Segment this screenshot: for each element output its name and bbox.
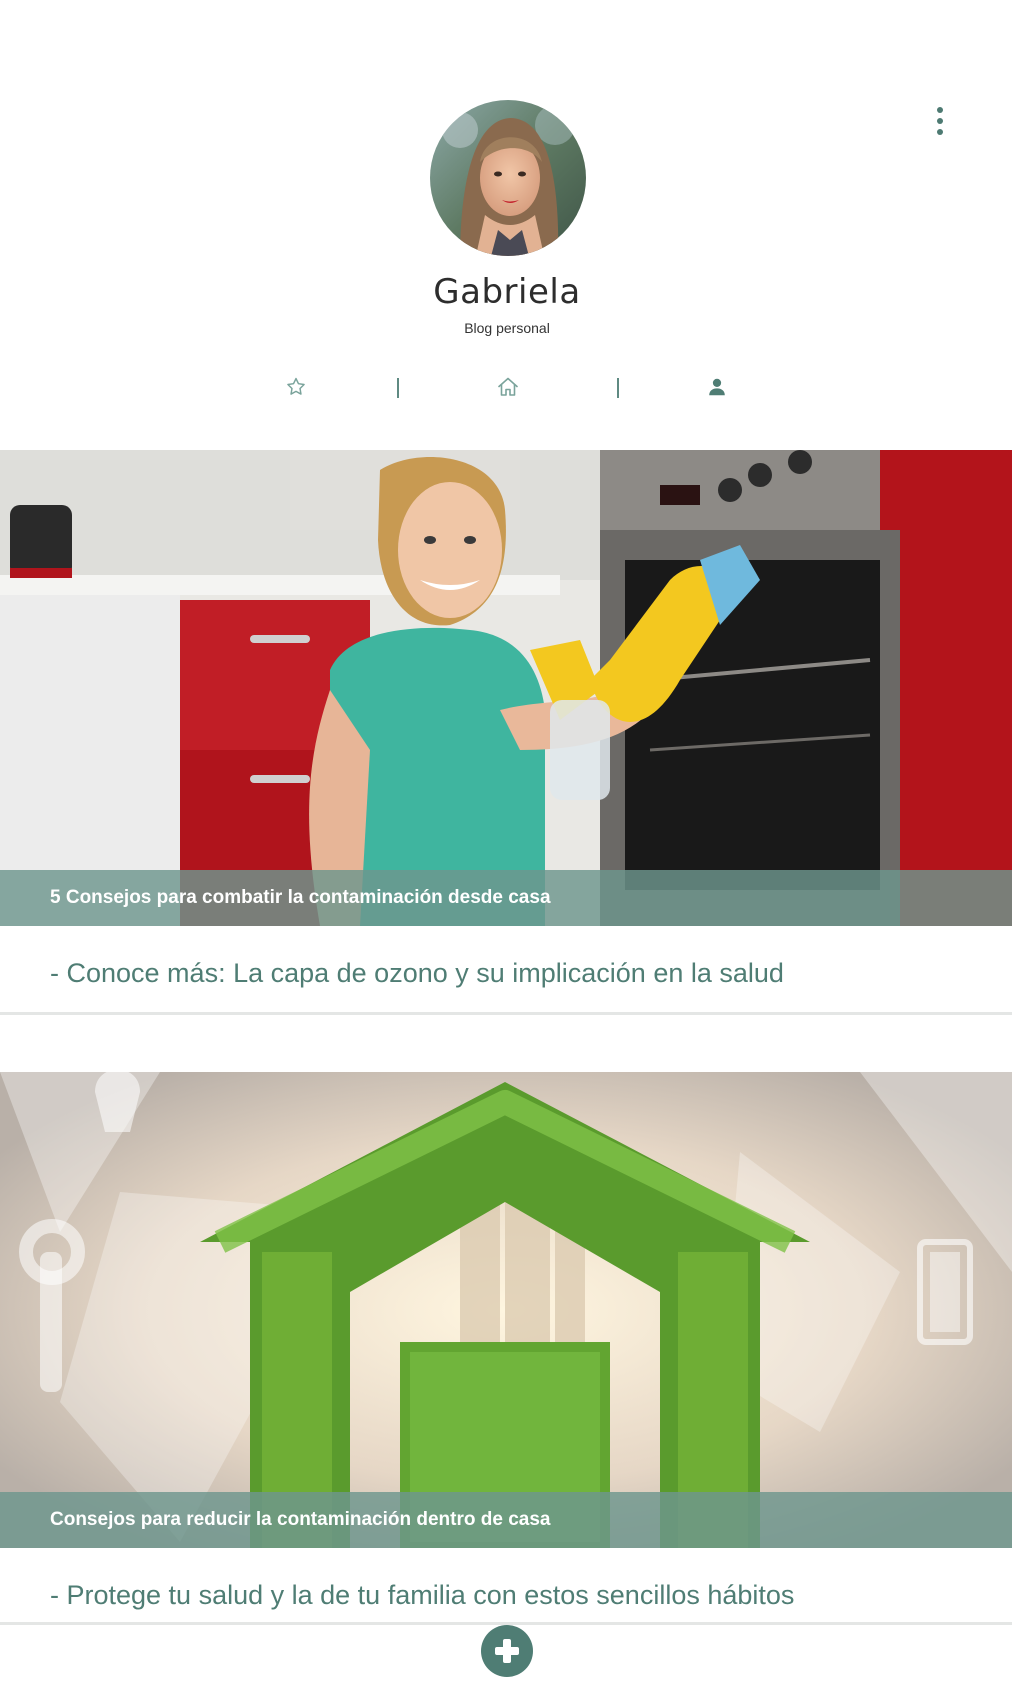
post-card: 5 Consejos para combatir la contaminació… [0,450,1014,1015]
profile-subtitle: Blog personal [464,320,550,336]
post-divider [0,1012,1012,1015]
profile-photo [430,100,586,256]
tab-profile[interactable] [697,370,737,404]
profile-tabs [0,370,1014,404]
post-image[interactable]: Consejos para reducir la contaminación d… [0,1072,1012,1548]
post-link[interactable]: - Protege tu salud y la de tu familia co… [50,1580,990,1611]
post-image[interactable]: 5 Consejos para combatir la contaminació… [0,450,1012,926]
more-options-button[interactable] [925,106,955,136]
profile-name: Gabriela [433,272,581,312]
tab-favorites[interactable] [276,370,316,404]
eco-house-photo [0,1072,1012,1548]
post-caption: Consejos para reducir la contaminación d… [0,1492,1012,1548]
add-post-button[interactable] [481,1625,533,1677]
tab-divider [397,378,399,398]
kitchen-cleaning-photo [0,450,1012,926]
post-caption: 5 Consejos para combatir la contaminació… [0,870,1012,926]
post-card: Consejos para reducir la contaminación d… [0,1072,1014,1632]
add-icon [495,1639,519,1663]
tab-divider [617,378,619,398]
user-icon [709,378,725,396]
post-link[interactable]: - Conoce más: La capa de ozono y su impl… [50,958,990,989]
more-vertical-icon-dot [937,129,943,135]
more-vertical-icon-dot [937,118,943,124]
more-vertical-icon [937,107,943,113]
tab-home[interactable] [488,370,528,404]
home-icon [498,377,518,396]
avatar[interactable] [430,100,586,256]
star-icon [287,377,305,395]
